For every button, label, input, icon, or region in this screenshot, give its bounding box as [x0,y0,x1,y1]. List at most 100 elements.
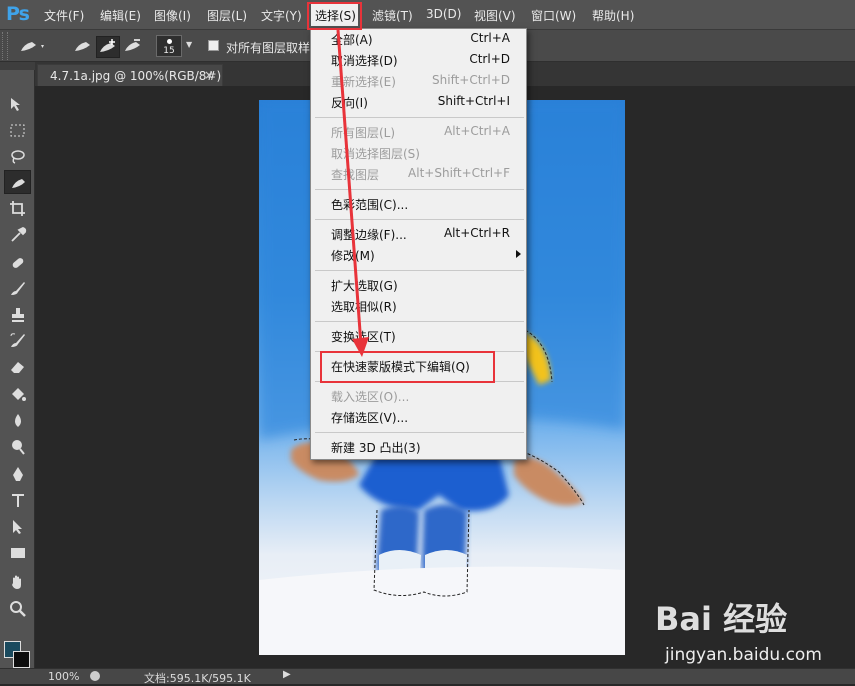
quick-mask-highlight-box [320,351,495,383]
healing-brush-icon [12,258,24,268]
menu-bar: Ps 文件(F) 编辑(E) 图像(I) 图层(L) 文字(Y) 选择(S) 滤… [0,0,855,30]
status-icon[interactable] [90,671,100,681]
hand-tool-button[interactable] [4,570,31,594]
select-menu-item[interactable]: 选取相似(R) [311,296,526,316]
document-tab[interactable]: 4.7.1a.jpg @ 100%(RGB/8#) × [37,64,223,86]
select-menu-item[interactable]: 调整边缘(F)... Alt+Ctrl+R [311,224,526,244]
select-menu-item[interactable]: 存储选区(V)... [311,407,526,427]
menu-item-label: 全部(A) [331,33,373,47]
menu-window[interactable]: 窗口(W) [531,7,576,24]
submenu-arrow-icon [516,250,521,258]
rectangle-tool-button[interactable] [4,540,31,564]
clone-stamp-button[interactable] [4,302,31,326]
type-tool-icon [12,494,24,507]
eyedropper-tool-icon [11,227,27,242]
history-brush-button[interactable] [4,328,31,352]
menu-item-label: 重新选择(E) [331,75,396,89]
brush-size-value: 15 [163,46,175,56]
menu-separator [315,321,524,322]
menu-item-shortcut: Alt+Shift+Ctrl+F [408,166,510,180]
menu-select-active-label[interactable]: 选择(S) [315,7,356,24]
menu-file[interactable]: 文件(F) [44,7,84,24]
baidu-jingyan-logo: Bai 经验 [655,600,788,638]
menu-item-label: 载入选区(O)... [331,390,410,404]
menu-item-label: 取消选择图层(S) [331,147,420,161]
eraser-tool-button[interactable] [4,354,31,378]
status-menu-arrow-icon[interactable]: ▶ [283,669,291,680]
zoom-tool-button[interactable] [4,596,31,620]
zoom-level[interactable]: 100% [48,670,79,683]
menu-separator [315,219,524,220]
menu-item-label: 查找图层 [331,168,380,182]
pen-tool-button[interactable] [4,462,31,486]
lasso-tool-button[interactable] [4,144,31,168]
quick-select-tool-icon [12,179,25,188]
menu-3d[interactable]: 3D(D) [426,7,461,21]
sample-all-layers-checkbox[interactable] [208,40,219,51]
move-tool-button[interactable] [4,92,31,116]
select-menu-item[interactable]: 色彩范围(C)... [311,194,526,214]
history-brush-icon [10,333,25,347]
select-menu-item[interactable]: 扩大选取(G) [311,275,526,295]
close-tab-icon[interactable]: × [204,68,214,82]
menu-type[interactable]: 文字(Y) [261,7,302,24]
menu-separator [315,270,524,271]
menu-view[interactable]: 视图(V) [474,7,516,24]
select-menu-item: 载入选区(O)... [311,386,526,406]
dodge-tool-button[interactable] [4,434,31,458]
menu-item-shortcut: Shift+Ctrl+I [437,94,510,108]
brush-dropdown-chevron-icon[interactable]: ▼ [186,40,192,49]
menu-edit[interactable]: 编辑(E) [100,7,141,24]
quick-select-tool-button[interactable] [4,170,31,194]
sample-all-layers-label: 对所有图层取样 [226,41,311,55]
eraser-tool-icon [11,362,24,373]
menu-help[interactable]: 帮助(H) [592,7,634,24]
healing-brush-button[interactable] [4,250,31,274]
brush-size-picker[interactable]: 15 [156,35,182,57]
menu-item-label: 存储选区(V)... [331,411,409,425]
menu-separator [315,432,524,433]
tool-preset-icon[interactable] [18,36,48,59]
menu-item-label: 调整边缘(F)... [331,228,407,242]
menu-item-shortcut: Alt+Ctrl+A [444,124,510,138]
select-menu-dropdown: 全部(A) Ctrl+A 取消选择(D) Ctrl+D 重新选择(E) Shift+Ctr… [310,28,527,460]
select-menu-item: 所有图层(L) Alt+Ctrl+A [311,122,526,142]
eyedropper-tool-button[interactable] [4,222,31,246]
crop-tool-button[interactable] [4,196,31,220]
watermark-url: jingyan.baidu.com [665,645,822,665]
blur-tool-button[interactable] [4,408,31,432]
select-menu-item: 重新选择(E) Shift+Ctrl+D [311,71,526,91]
type-tool-button[interactable] [4,488,31,512]
select-menu-item[interactable]: 取消选择(D) Ctrl+D [311,50,526,70]
menu-item-label: 变换选区(T) [331,330,396,344]
background-color-swatch[interactable] [13,651,30,668]
select-menu-item[interactable]: 修改(M) [311,245,526,265]
marquee-tool-button[interactable] [4,118,31,142]
document-tab-label: 4.7.1a.jpg @ 100%(RGB/8#) [50,69,222,83]
select-menu-item[interactable]: 变换选区(T) [311,326,526,346]
lasso-tool-icon [11,150,25,164]
select-menu-item[interactable]: 全部(A) Ctrl+A [311,29,526,49]
menu-item-shortcut: Ctrl+A [470,31,510,45]
menu-filter[interactable]: 滤镜(T) [372,7,413,24]
paint-bucket-button[interactable] [4,382,31,406]
new-selection-icon[interactable] [72,36,94,59]
select-menu-item[interactable]: 反向(I) Shift+Ctrl+I [311,92,526,112]
path-select-icon [13,520,22,534]
add-to-selection-icon[interactable] [96,36,120,58]
tool-panel [0,62,35,668]
menu-image[interactable]: 图像(I) [154,7,191,24]
menu-separator [315,117,524,118]
menu-layer[interactable]: 图层(L) [207,7,247,24]
move-tool-icon [11,98,20,111]
dodge-tool-icon [12,440,25,455]
menu-item-label: 取消选择(D) [331,54,398,68]
brush-tool-button[interactable] [4,276,31,300]
menu-item-shortcut: Ctrl+D [469,52,510,66]
select-menu-item: 查找图层 Alt+Shift+Ctrl+F [311,164,526,184]
options-grip [2,32,8,60]
subtract-from-selection-icon[interactable] [122,36,144,59]
menu-item-label: 新建 3D 凸出(3) [331,441,421,455]
path-select-button[interactable] [4,514,31,538]
select-menu-item[interactable]: 新建 3D 凸出(3) [311,437,526,457]
